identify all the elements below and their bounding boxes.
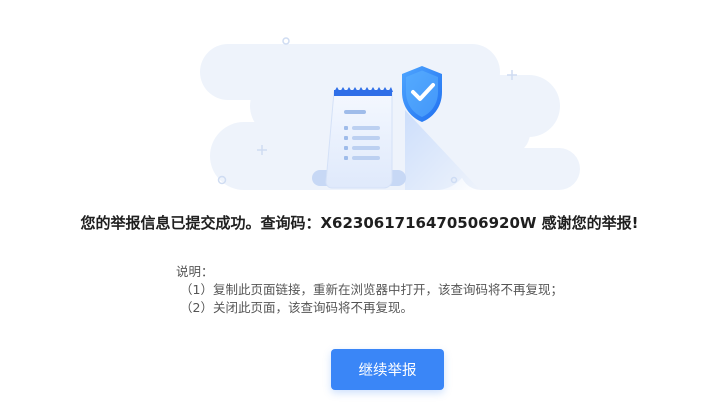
report-success-page: 您的举报信息已提交成功。查询码：X623061716470506920W 感谢您…	[0, 0, 719, 411]
notes-title: 说明：	[176, 264, 214, 279]
notes-section: 说明： （1）复制此页面链接，重新在浏览器中打开，该查询码将不再复现； （2）关…	[176, 263, 563, 317]
continue-report-button[interactable]: 继续举报	[331, 349, 444, 390]
notes-item: （2）关闭此页面，该查询码将不再复现。	[180, 300, 413, 315]
success-message: 您的举报信息已提交成功。查询码：X623061716470506920W 感谢您…	[80, 214, 639, 232]
notes-item: （1）复制此页面链接，重新在浏览器中打开，该查询码将不再复现；	[180, 282, 563, 297]
success-illustration	[200, 37, 580, 190]
document-icon	[325, 87, 393, 189]
